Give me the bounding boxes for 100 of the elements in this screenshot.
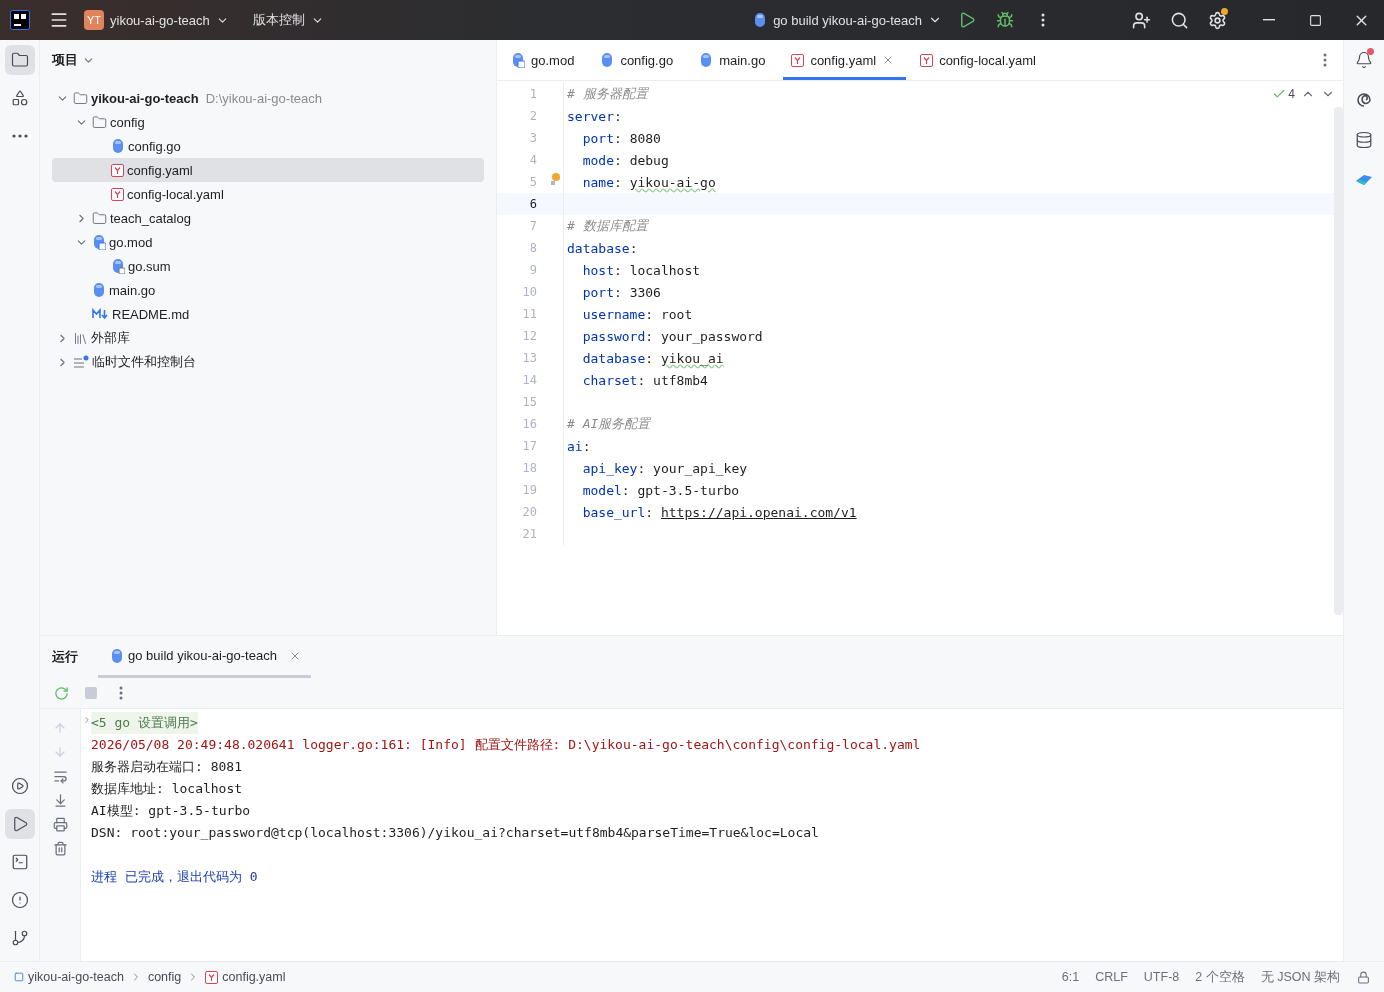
markdown-file-icon	[92, 308, 109, 320]
code-line: username: root	[581, 306, 693, 322]
arrow-up-icon	[53, 721, 67, 735]
inspection-widget[interactable]: 4	[1272, 87, 1295, 101]
user-plus-icon	[1131, 10, 1151, 30]
folder-icon	[73, 90, 88, 106]
printer-icon	[52, 816, 68, 832]
line-number: 13	[521, 351, 537, 365]
git-branch-icon	[10, 929, 29, 947]
project-badge: YT	[84, 10, 104, 30]
yaml-file-icon	[111, 187, 124, 201]
go-file-icon	[699, 52, 714, 68]
editor-tab[interactable]: config.go	[592, 40, 686, 80]
go-file-icon	[92, 282, 106, 298]
code-line: host: localhost	[581, 262, 701, 278]
bug-icon	[996, 11, 1014, 29]
stop-icon	[85, 687, 97, 699]
tree-item[interactable]: config	[52, 110, 484, 134]
arrow-down-icon	[53, 745, 67, 759]
code-line: base_url: https://api.openai.com/v1	[581, 504, 857, 520]
tool-window-button[interactable]	[4, 45, 35, 75]
tree-item[interactable]: 外部库	[52, 326, 484, 350]
code-line: api_key: your_api_key	[581, 460, 748, 476]
tree-item[interactable]: teach_catalog	[52, 206, 484, 230]
line-number: 2	[528, 109, 537, 123]
status-item[interactable]: 无 JSON 架构	[1252, 968, 1348, 986]
path-hint: D:\yikou-ai-go-teach	[205, 90, 322, 106]
code-line: charset: utf8mb4	[581, 372, 708, 388]
status-item[interactable]: CRLF	[1087, 970, 1136, 984]
tree-item[interactable]: config-local.yaml	[52, 182, 484, 206]
status-item[interactable]: 2 个空格	[1187, 968, 1253, 986]
yaml-file-icon	[791, 53, 805, 67]
code-line: server:	[567, 108, 622, 124]
line-number: 21	[521, 527, 537, 541]
tree-item[interactable]: config.go	[52, 134, 484, 158]
run-tab[interactable]: go build yikou-ai-go-teach	[98, 636, 311, 678]
editor-tab[interactable]: main.go	[691, 40, 778, 80]
code-line: port: 3306	[581, 284, 661, 300]
code-line: model: gpt-3.5-turbo	[581, 482, 740, 498]
console-line: 服务器启动在端口: 8081	[91, 758, 242, 776]
wrap-icon	[52, 768, 68, 784]
more-icon	[1323, 53, 1327, 67]
go-file-icon	[92, 234, 106, 250]
editor-tab[interactable]: go.mod	[503, 40, 587, 80]
terminal-icon	[10, 853, 29, 871]
tree-item[interactable]: main.go	[52, 278, 484, 302]
tree-item[interactable]: go.sum	[52, 254, 484, 278]
database-icon	[1355, 131, 1373, 149]
status-item[interactable]: UTF-8	[1135, 970, 1188, 984]
rerun-icon	[53, 685, 69, 701]
more-icon	[11, 134, 28, 138]
library-icon	[73, 330, 88, 346]
code-line: mode: debug	[581, 152, 669, 168]
console-line: AI模型: gpt-3.5-turbo	[91, 802, 251, 820]
yaml-file-icon	[205, 970, 219, 984]
editor-tab[interactable]: config-local.yaml	[912, 40, 1048, 80]
line-number: 8	[528, 241, 537, 255]
module-icon	[14, 972, 24, 982]
minimize-icon	[1263, 19, 1275, 21]
breadcrumb[interactable]: yikou-ai-go-teach	[14, 970, 124, 984]
line-number: 5	[528, 175, 537, 189]
project-panel-title[interactable]: 项目	[52, 51, 95, 69]
line-number: 15	[521, 395, 537, 409]
run-panel-title: 运行	[52, 648, 78, 666]
tree-item[interactable]: yikou-ai-go-teach D:\yikou-ai-go-teach	[52, 86, 484, 110]
code-line: ai:	[567, 438, 591, 454]
line-number: 14	[521, 373, 537, 387]
code-line: database: yikou_ai	[581, 350, 724, 366]
folder-icon	[92, 210, 107, 226]
code-line: name: yikou-ai-go	[581, 174, 716, 190]
tool-window-button[interactable]	[4, 809, 35, 839]
line-number: 18	[521, 461, 537, 475]
editor-tab[interactable]: config.yaml	[783, 40, 907, 80]
code-line: password: your_password	[581, 328, 763, 344]
go-file-icon	[111, 138, 125, 154]
tree-item[interactable]: config.yaml	[52, 158, 484, 182]
line-number: 10	[521, 285, 537, 299]
go-file-icon	[111, 258, 125, 274]
tree-item[interactable]: go.mod	[52, 230, 484, 254]
folder-icon	[10, 51, 29, 69]
breadcrumb[interactable]: config	[147, 970, 182, 984]
line-number: 12	[521, 329, 537, 343]
line-number: 20	[521, 505, 537, 519]
project-menu[interactable]: YT yikou-ai-go-teach	[78, 5, 235, 35]
code-line: # AI服务配置	[567, 415, 651, 433]
line-number: 6	[528, 197, 537, 211]
console-line: 2026/05/08 20:49:48.020641 logger.go:161: [Info] 配置文件路径: D:\yikou-ai-go-teach\config\config-local.yaml	[91, 736, 921, 754]
run-config-selector[interactable]: go build yikou-ai-go-teach	[747, 5, 948, 35]
breadcrumb[interactable]: config.yaml	[205, 970, 286, 984]
vcs-menu[interactable]: 版本控制	[246, 5, 330, 35]
console-line: DSN: root:your_password@tcp(localhost:3306)/yikou_ai?charset=utf8mb4&parseTime=True&loc=Local	[91, 824, 819, 842]
tree-item[interactable]: 临时文件和控制台	[52, 350, 484, 374]
go-file-icon	[110, 647, 124, 664]
go-file-icon	[600, 52, 615, 68]
more-icon	[119, 686, 123, 700]
tree-item[interactable]: README.md	[52, 302, 484, 326]
status-item[interactable]: 6:1	[1053, 970, 1088, 984]
settings-icon	[1207, 10, 1227, 30]
go-file-icon	[753, 12, 768, 28]
more-icon	[1041, 13, 1045, 27]
